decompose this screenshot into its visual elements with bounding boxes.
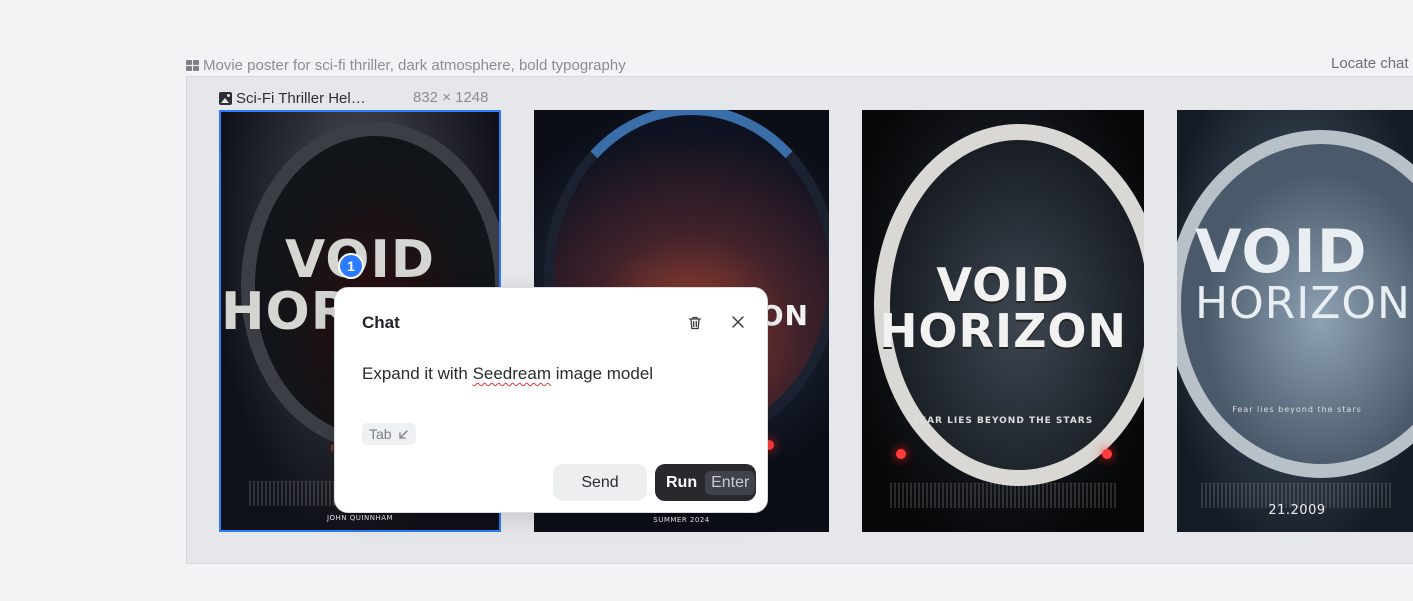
group-title: Movie poster for sci-fi thriller, dark a…	[203, 56, 626, 74]
delete-button[interactable]	[684, 312, 706, 334]
send-button[interactable]: Send	[553, 464, 647, 501]
selected-image-label: Sci-Fi Thriller Hel…	[219, 89, 366, 107]
poster-footer: SUMMER 2024	[653, 516, 710, 524]
poster-footer: 21.2009	[1268, 503, 1326, 518]
selection-badge[interactable]: 1	[338, 253, 364, 279]
close-button[interactable]	[727, 311, 749, 333]
image-name: Sci-Fi Thriller Hel…	[236, 89, 366, 107]
poster-image-3[interactable]: VOID HORIZON FEAR LIES BEYOND THE STARS	[862, 110, 1144, 532]
image-dimensions: 832 × 1248	[413, 89, 489, 106]
poster-title: VOID HORIZON	[878, 258, 1128, 358]
poster-image-4[interactable]: VOID HORIZON Fear lies beyond the stars …	[1177, 110, 1413, 532]
run-label: Run	[666, 473, 698, 491]
grid-icon	[186, 59, 199, 71]
poster-footer: JOHN QUINNHAM	[326, 514, 394, 522]
trash-icon	[688, 316, 702, 330]
poster-title: VOID HORIZON	[1195, 217, 1411, 329]
run-button[interactable]: Run Enter	[655, 464, 756, 501]
close-icon	[732, 316, 744, 328]
run-shortcut: Enter	[705, 470, 756, 495]
poster-tagline: Fear lies beyond the stars	[1232, 405, 1362, 414]
poster-tagline: FEAR LIES BEYOND THE STARS	[912, 416, 1094, 426]
helmet-light	[896, 449, 906, 459]
helmet-light	[1102, 449, 1112, 459]
chat-message-input[interactable]: Expand it with Seedream image model	[362, 364, 653, 384]
chat-title: Chat	[362, 313, 400, 332]
locate-chat-link[interactable]: Locate chat	[1331, 55, 1409, 72]
image-icon	[219, 91, 232, 105]
poster-credits	[890, 483, 1116, 508]
misspelled-word: Seedream	[472, 364, 551, 383]
arrow-down-left-icon	[398, 429, 408, 439]
tab-hint: Tab	[362, 423, 416, 445]
group-header: Movie poster for sci-fi thriller, dark a…	[186, 55, 626, 75]
chat-popup: Chat Expand it with Seedream image model…	[334, 287, 768, 513]
